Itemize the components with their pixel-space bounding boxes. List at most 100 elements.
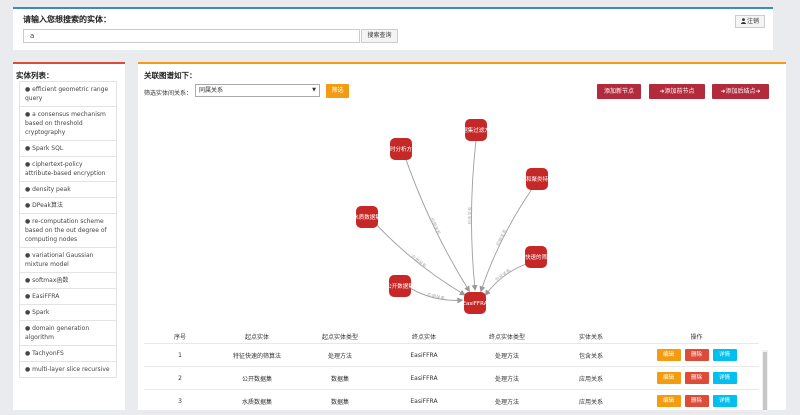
logout-label: 注销 [746, 18, 759, 25]
row-end-entity: EasiFFRA [410, 397, 438, 405]
entity-item[interactable]: ● softmax函数 [19, 273, 117, 289]
graph-panel: 关联图谱如下： 筛选实体间关系： 同属关系 ▼ 筛选 添加新节点 ➜添加前节点 … [138, 62, 786, 413]
edit-button[interactable]: 编辑 [656, 372, 681, 384]
scrollbar-thumb[interactable] [763, 352, 767, 410]
entity-item[interactable]: ● Spark [19, 305, 117, 321]
table-row: 3 水质数据集 数据集 EasiFFRA 处理方法 应用关系 编辑 删除 详情 [144, 390, 759, 413]
graph-edge-label: 应用关系 [428, 217, 442, 237]
row-end-entity: EasiFFRA [410, 374, 438, 382]
header-index: 序号 [173, 334, 186, 341]
entity-item[interactable]: ● re-computation scheme based on the out… [19, 214, 117, 248]
entity-item[interactable]: ● density peak [19, 182, 117, 198]
row-actions: 编辑 删除 详情 [634, 349, 759, 361]
search-title: 请输入您想搜索的实体： [23, 15, 111, 24]
delete-button[interactable]: 删除 [684, 395, 709, 407]
row-end-type: 处理方法 [494, 375, 519, 383]
header-start-entity: 起点实体 [244, 334, 269, 341]
graph-node[interactable]: 水质数据集 [353, 206, 381, 228]
row-start-type: 数据集 [330, 375, 349, 383]
add-prev-node-button[interactable]: ➜添加前节点 [649, 84, 705, 99]
graph-edge-label: 应用关系 [494, 228, 509, 248]
graph-center-node[interactable]: EasiFFRA [463, 292, 488, 314]
filter-selected-value: 同属关系 [199, 87, 224, 94]
graph-edge-label: 包含关系 [466, 206, 473, 225]
header-end-type: 终点实体类型 [488, 334, 525, 341]
table-row: 1 特征快速的筛算法 处理方法 EasiFFRA 处理方法 包含关系 编辑 删除… [144, 344, 759, 367]
entity-item[interactable]: ● EasiFFRA [19, 289, 117, 305]
row-relation: 包含关系 [578, 352, 603, 360]
detail-button[interactable]: 详情 [712, 372, 737, 384]
row-end-type: 处理方法 [494, 352, 519, 360]
graph-node-label: 特征快速的筛算法 [514, 253, 559, 261]
row-relation: 应用关系 [578, 375, 603, 383]
entity-item[interactable]: ● ciphertext-policy attribute-based encr… [19, 157, 117, 182]
row-end-entity: EasiFFRA [410, 351, 438, 359]
header-relation: 实体关系 [578, 334, 603, 341]
add-next-node-button[interactable]: ➜添加后结点➜ [712, 84, 769, 99]
graph-node-label: EasiFFRA [463, 301, 488, 307]
filter-button[interactable]: 筛选 [326, 84, 349, 98]
entity-list-panel: 实体列表： ● efficient geometric range query … [13, 62, 125, 410]
header-end-entity: 终点实体 [411, 334, 436, 341]
graph-edge [484, 263, 528, 296]
graph-node[interactable]: 公开数据集 [386, 275, 414, 297]
delete-button[interactable]: 删除 [684, 372, 709, 384]
graph-node-label: 同时分析方法 [384, 145, 418, 153]
table-header-row: 序号 起点实体 起点实体类型 终点实体 终点实体类型 实体关系 操作 [144, 330, 759, 344]
relation-filter-select[interactable]: 同属关系 ▼ [195, 84, 320, 97]
graph-title: 关联图谱如下： [144, 71, 197, 80]
knowledge-graph[interactable]: 应用关系包含关系应用关系应用关系包含关系应用关系 同时分析方法数据集过滤方法非聚… [138, 104, 786, 324]
edit-button[interactable]: 编辑 [656, 349, 681, 361]
entity-item[interactable]: ● domain generation algorithm [19, 321, 117, 346]
search-button[interactable]: 搜索查询 [361, 29, 398, 43]
edit-button[interactable]: 编辑 [656, 395, 681, 407]
row-start-entity: 水质数据集 [241, 398, 272, 406]
row-index: 3 [178, 397, 182, 405]
logout-button[interactable]: 注销 [735, 15, 765, 28]
entity-item[interactable]: ● multi-layer slice recursive [19, 362, 117, 378]
table-row: 2 公开数据集 数据集 EasiFFRA 处理方法 应用关系 编辑 删除 详情 [144, 367, 759, 390]
row-actions: 编辑 删除 详情 [634, 395, 759, 407]
entity-item[interactable]: ● TachyonFS [19, 346, 117, 362]
row-relation: 应用关系 [578, 398, 603, 406]
row-start-entity: 特征快速的筛算法 [232, 352, 281, 360]
row-index: 1 [178, 351, 182, 359]
add-node-button[interactable]: 添加新节点 [597, 84, 641, 99]
entity-item[interactable]: ● efficient geometric range query [19, 81, 117, 107]
graph-edge-label: 应用关系 [426, 291, 446, 302]
delete-button[interactable]: 删除 [684, 349, 709, 361]
row-start-type: 数据集 [330, 398, 349, 406]
chevron-down-icon: ▼ [312, 87, 316, 93]
graph-node[interactable]: 非聚类和聚类特征聚合 [509, 168, 565, 190]
detail-button[interactable]: 详情 [712, 349, 737, 361]
row-actions: 编辑 删除 详情 [634, 372, 759, 384]
graph-edge-label: 包含关系 [494, 266, 513, 283]
graph-node-label: 数据集过滤方法 [457, 126, 496, 134]
graph-node-label: 公开数据集 [386, 282, 414, 290]
entity-list: ● efficient geometric range query ● a co… [19, 81, 123, 411]
graph-node-label: 水质数据集 [353, 213, 381, 221]
graph-node[interactable]: 数据集过滤方法 [457, 119, 496, 141]
row-start-entity: 公开数据集 [241, 375, 272, 383]
detail-button[interactable]: 详情 [712, 395, 737, 407]
row-index: 2 [178, 374, 182, 382]
graph-node-label: 非聚类和聚类特征聚合 [509, 175, 565, 183]
graph-edge [405, 158, 470, 293]
graph-edge-label: 应用关系 [409, 253, 428, 270]
search-panel: 请输入您想搜索的实体： 搜索查询 注销 [13, 7, 773, 50]
table-scrollbar[interactable] [762, 350, 768, 412]
entity-item[interactable]: ● Spark SQL [19, 141, 117, 157]
graph-node[interactable]: 同时分析方法 [384, 138, 418, 160]
relations-table: 序号 起点实体 起点实体类型 终点实体 终点实体类型 实体关系 操作 1 特征快… [144, 330, 759, 413]
row-start-type: 处理方法 [327, 352, 352, 360]
header-actions: 操作 [690, 334, 703, 341]
entity-item[interactable]: ● a consensus mechanism based on thresho… [19, 107, 117, 141]
user-icon [740, 18, 746, 24]
entity-list-title: 实体列表： [16, 71, 54, 80]
entity-item[interactable]: ● DPeak算法 [19, 198, 117, 214]
filter-label: 筛选实体间关系： [144, 90, 193, 97]
search-input[interactable] [23, 29, 360, 43]
row-end-type: 处理方法 [494, 398, 519, 406]
graph-node[interactable]: 特征快速的筛算法 [514, 246, 559, 268]
entity-item[interactable]: ● variational Gaussian mixture model [19, 248, 117, 273]
